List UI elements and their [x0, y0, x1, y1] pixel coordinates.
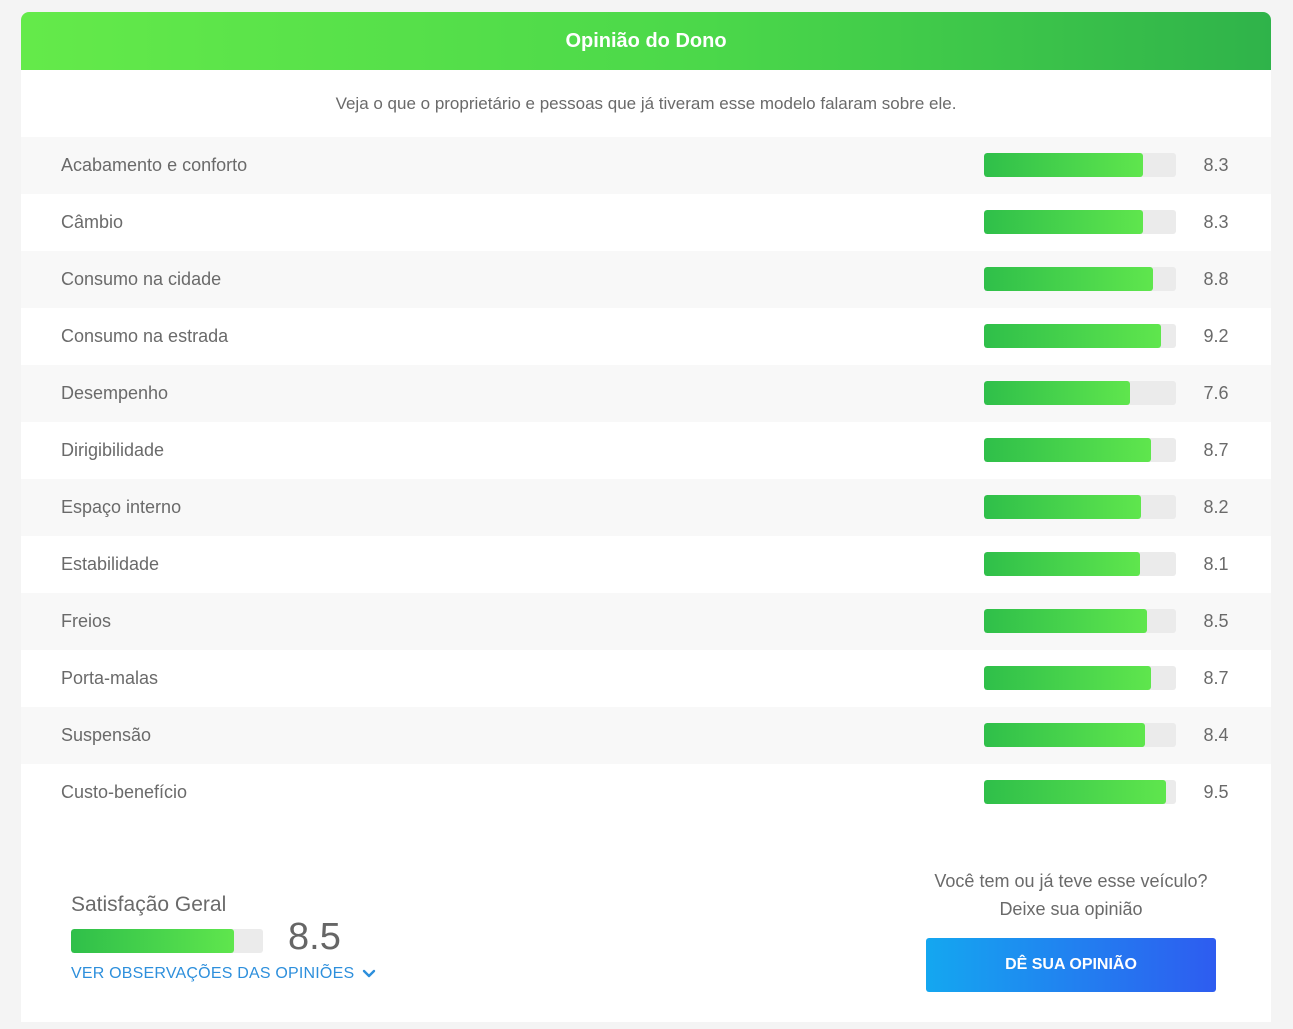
rating-bar	[984, 666, 1176, 690]
rating-bar-fill	[984, 495, 1142, 519]
rating-row: Desempenho 7.6	[21, 365, 1271, 422]
rating-bar	[984, 609, 1176, 633]
rating-bar-fill	[984, 267, 1153, 291]
rating-score: 8.3	[1203, 212, 1229, 232]
rating-label: Desempenho	[61, 383, 169, 403]
give-opinion-button[interactable]: DÊ SUA OPINIÃO	[926, 938, 1216, 992]
rating-label: Porta-malas	[61, 668, 159, 688]
rating-bar	[984, 495, 1176, 519]
overall-satisfaction-bar	[71, 929, 263, 953]
rating-row: Espaço interno 8.2	[21, 479, 1271, 536]
rating-label: Acabamento e conforto	[61, 155, 248, 175]
rating-label: Custo-benefício	[61, 782, 188, 802]
rating-score: 8.4	[1203, 725, 1229, 745]
view-observations-link[interactable]: VER OBSERVAÇÕES DAS OPINIÕES	[71, 965, 376, 983]
rating-bar-fill	[984, 723, 1146, 747]
rating-label: Câmbio	[61, 212, 124, 232]
rating-bar-fill	[984, 780, 1167, 804]
rating-bar-fill	[984, 552, 1140, 576]
rating-bar	[984, 210, 1176, 234]
rating-bar-fill	[984, 609, 1148, 633]
rating-row: Custo-benefício 9.5	[21, 764, 1271, 821]
rating-label: Suspensão	[61, 725, 152, 745]
rating-score: 9.2	[1203, 326, 1229, 346]
rating-label: Consumo na cidade	[61, 269, 222, 289]
rating-bar	[984, 552, 1176, 576]
rating-row: Freios 8.5	[21, 593, 1271, 650]
rating-bar-fill	[984, 381, 1130, 405]
view-observations-label: VER OBSERVAÇÕES DAS OPINIÕES	[71, 965, 355, 982]
owner-opinion-card: Opinião do Dono Veja o que o proprietári…	[21, 12, 1271, 1022]
rating-score: 8.7	[1203, 440, 1229, 460]
rating-bar	[984, 381, 1176, 405]
rating-score: 8.1	[1203, 554, 1229, 574]
rating-row: Câmbio 8.3	[21, 194, 1271, 251]
rating-bar	[984, 324, 1176, 348]
cta-prompt: Deixe sua opinião	[999, 899, 1143, 919]
rating-score: 8.3	[1203, 155, 1229, 175]
rating-row: Estabilidade 8.1	[21, 536, 1271, 593]
rating-row: Suspensão 8.4	[21, 707, 1271, 764]
rating-score: 7.6	[1203, 383, 1229, 403]
rating-row: Consumo na cidade 8.8	[21, 251, 1271, 308]
rating-bar	[984, 438, 1176, 462]
rating-score: 9.5	[1203, 782, 1229, 802]
rating-score: 8.7	[1203, 668, 1229, 688]
rating-bar	[984, 780, 1176, 804]
rating-bar	[984, 267, 1176, 291]
chevron-down-icon	[363, 969, 376, 978]
rating-bar	[984, 723, 1176, 747]
card-header: Opinião do Dono	[21, 12, 1271, 70]
rating-label: Dirigibilidade	[61, 440, 165, 460]
rating-bar-fill	[984, 210, 1144, 234]
rating-bar-fill	[984, 666, 1152, 690]
rating-label: Freios	[61, 611, 112, 631]
rating-score: 8.2	[1203, 497, 1229, 517]
rating-label: Estabilidade	[61, 554, 160, 574]
cta-question: Você tem ou já teve esse veículo?	[934, 871, 1208, 891]
rating-score: 8.5	[1203, 611, 1229, 631]
overall-satisfaction-bar-fill	[71, 929, 235, 953]
card-title: Opinião do Dono	[565, 29, 727, 52]
rating-bar-fill	[984, 324, 1161, 348]
rating-label: Espaço interno	[61, 497, 182, 517]
overall-satisfaction-title: Satisfação Geral	[71, 893, 227, 916]
overall-satisfaction-score: 8.5	[288, 916, 341, 958]
rating-bar	[984, 153, 1176, 177]
rating-row: Dirigibilidade 8.7	[21, 422, 1271, 479]
card-subtitle: Veja o que o proprietário e pessoas que …	[335, 93, 957, 113]
summary-section: Satisfação Geral 8.5 VER OBSERVAÇÕES DAS…	[21, 847, 1271, 1022]
rating-row: Porta-malas 8.7	[21, 650, 1271, 707]
rating-bar-fill	[984, 153, 1144, 177]
rating-bar-fill	[984, 438, 1152, 462]
ratings-list: Acabamento e conforto 8.3 Câmbio 8.3 Consumo…	[21, 137, 1271, 821]
rating-row: Consumo na estrada 9.2	[21, 308, 1271, 365]
rating-label: Consumo na estrada	[61, 326, 229, 346]
rating-row: Acabamento e conforto 8.3	[21, 137, 1271, 194]
rating-score: 8.8	[1203, 269, 1229, 289]
